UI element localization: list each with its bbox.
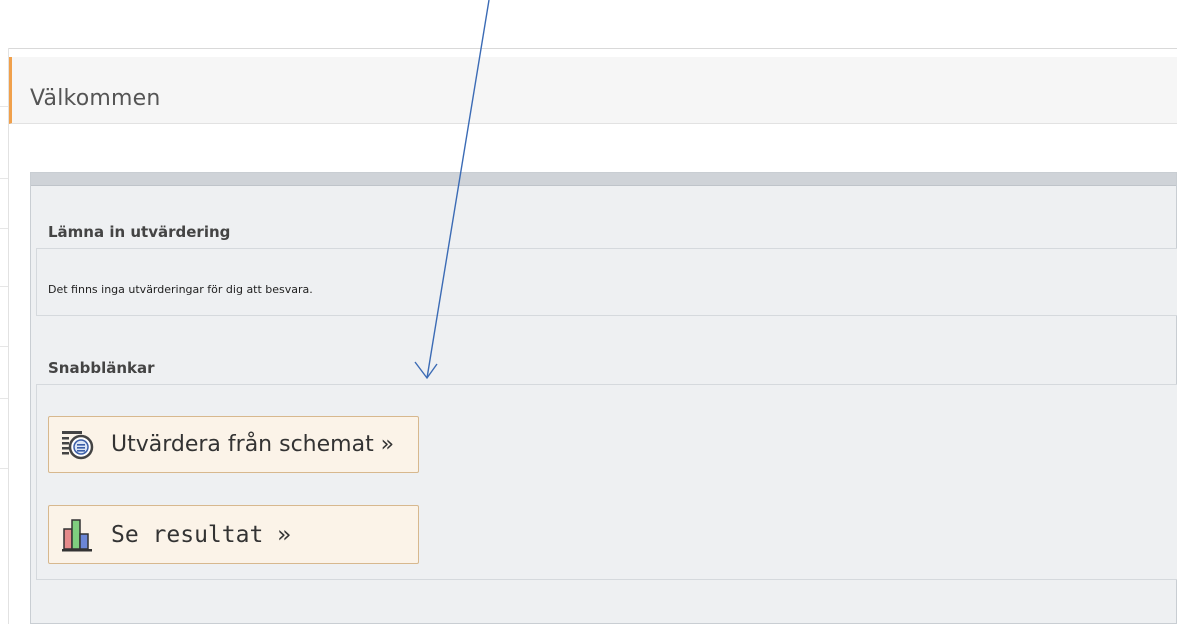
evaluation-section — [36, 248, 1177, 316]
see-results-button[interactable]: Se resultat » — [48, 505, 419, 564]
main-window: Välkommen Lämna in utvärdering Det finns… — [9, 48, 1177, 624]
content-panel: Lämna in utvärdering Det finns inga utvä… — [30, 172, 1177, 624]
evaluate-from-schedule-label: Utvärdera från schemat » — [111, 432, 395, 457]
quicklinks-section-title: Snabblänkar — [48, 359, 171, 377]
panel-header-bar — [31, 173, 1176, 186]
see-results-label: Se resultat » — [111, 521, 292, 548]
evaluate-from-schedule-button[interactable]: Utvärdera från schemat » — [48, 416, 419, 473]
page-title: Välkommen — [30, 86, 161, 111]
left-sidebar-edge — [0, 48, 9, 624]
title-bar: Välkommen — [9, 57, 1177, 124]
bar-chart-icon — [57, 515, 101, 555]
evaluation-section-title: Lämna in utvärdering — [48, 223, 247, 241]
schedule-evaluate-icon — [57, 425, 101, 465]
no-evaluations-message: Det finns inga utvärderingar för dig att… — [48, 283, 313, 296]
